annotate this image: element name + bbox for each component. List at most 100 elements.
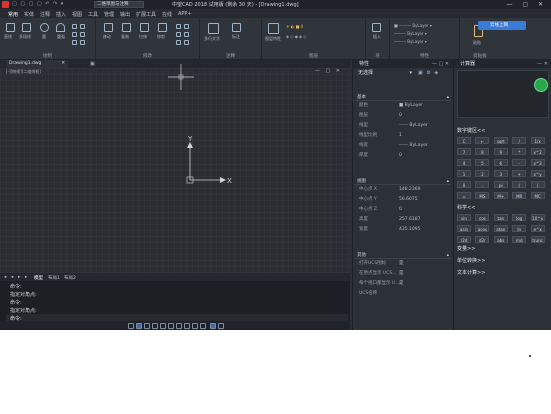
calculator-key[interactable]: 3: [493, 170, 508, 177]
property-row[interactable]: 宽度 435.1095: [359, 226, 451, 234]
calculator-key[interactable]: abs: [493, 236, 508, 243]
next-layout-icon[interactable]: ▸: [18, 275, 20, 280]
calculator-key[interactable]: sqrt: [493, 137, 508, 144]
tab-output[interactable]: 输出: [120, 11, 130, 18]
otrack-icon[interactable]: [168, 323, 174, 329]
calculator-key[interactable]: (: [512, 181, 527, 188]
multiline-text-icon[interactable]: [208, 23, 219, 34]
calculator-key[interactable]: 1/x: [530, 137, 545, 144]
calculator-key[interactable]: 2: [475, 170, 490, 177]
calculator-key[interactable]: C: [457, 137, 471, 144]
dimension-icon[interactable]: [232, 23, 241, 32]
network-status-icon[interactable]: [534, 78, 548, 92]
calculator-key[interactable]: r2d: [457, 236, 471, 243]
calculator-key[interactable]: -: [512, 159, 527, 166]
tab-tools[interactable]: 工具: [88, 11, 98, 18]
property-row[interactable]: 线型比例 1: [359, 132, 451, 140]
unit-conversion-section-header[interactable]: 单位转换>>: [457, 258, 549, 265]
quick-access-toolbar[interactable]: ▢ ▢ ▢ ▢ ↶ ↷ ▾: [12, 1, 64, 7]
property-row[interactable]: 每个视口都显示 U... 是: [359, 280, 451, 288]
close-tab-icon[interactable]: ✕: [61, 60, 65, 68]
calculator-key[interactable]: 5: [475, 159, 490, 166]
text-calc-section-header[interactable]: 文本计算>>: [457, 270, 549, 277]
selection-dropdown[interactable]: 无选择 ▾: [356, 70, 414, 77]
property-row[interactable]: 线宽 —— ByLayer: [359, 142, 451, 150]
tab-model[interactable]: 模型: [34, 275, 43, 281]
ellipse-icon[interactable]: [72, 32, 77, 37]
viewport-label[interactable]: [-][俯视][二维线框]: [6, 69, 41, 75]
tab-layout2[interactable]: 布局2: [64, 275, 76, 281]
layer-state-icons[interactable]: ☀ ◐ ■ 0: [286, 24, 303, 29]
tab-insert[interactable]: 插入: [56, 11, 66, 18]
stretch-icon[interactable]: [140, 23, 149, 32]
calculator-key[interactable]: 10^x: [530, 214, 545, 221]
arc-icon[interactable]: [56, 23, 65, 32]
calculator-key[interactable]: 1: [457, 170, 471, 177]
erase-icon[interactable]: [184, 40, 189, 45]
section-misc[interactable]: 其他 ▴: [355, 252, 451, 259]
last-layout-icon[interactable]: ▸: [25, 275, 27, 280]
cloud-online-button[interactable]: 云线上网: [478, 21, 526, 30]
document-tab-drawing1[interactable]: Drawing1.dwg ✕: [6, 60, 68, 68]
calculator-key[interactable]: 0: [457, 181, 471, 188]
calculator-key[interactable]: MC: [530, 192, 545, 199]
section-general[interactable]: 基本 ▴: [355, 94, 451, 101]
calculator-key[interactable]: asin: [457, 225, 471, 232]
transparency-icon[interactable]: [192, 323, 198, 329]
command-input[interactable]: 命令:: [6, 314, 348, 322]
tab-manage[interactable]: 管理: [104, 11, 114, 18]
tab-layout1[interactable]: 布局1: [48, 275, 60, 281]
tab-home[interactable]: 常用: [8, 11, 19, 20]
first-layout-icon[interactable]: ◂: [4, 275, 6, 280]
property-row[interactable]: 厚度 0: [359, 152, 451, 160]
calculator-key[interactable]: MS: [475, 192, 490, 199]
lineweight-icon[interactable]: [184, 323, 190, 329]
mirror-icon[interactable]: [184, 24, 189, 29]
property-row[interactable]: 中心点 Z 0: [359, 206, 451, 214]
calculator-key[interactable]: /: [512, 137, 527, 144]
tab-online[interactable]: 在线: [162, 11, 172, 18]
scale-icon[interactable]: [176, 32, 181, 37]
calculator-key[interactable]: 8: [475, 148, 490, 155]
calculator-key[interactable]: atan: [493, 225, 508, 232]
property-row[interactable]: 打开UCS图标 是: [359, 260, 451, 268]
window-controls[interactable]: — ▢ ✕: [506, 1, 547, 8]
quick-select-icons[interactable]: ▣ ⚙ ◈: [418, 70, 439, 76]
rectangle-icon[interactable]: [72, 24, 77, 29]
copy-icon[interactable]: [122, 23, 131, 32]
workspace-switch-icon[interactable]: [210, 323, 216, 329]
array-icon[interactable]: [176, 40, 181, 45]
calculator-key[interactable]: tan: [493, 214, 508, 221]
scientific-section-header[interactable]: 科学<<: [457, 205, 549, 212]
move-icon[interactable]: [104, 23, 113, 32]
calculator-key[interactable]: 6: [493, 159, 508, 166]
polyline-icon[interactable]: [22, 23, 31, 32]
rotate-icon[interactable]: [176, 24, 181, 29]
hatch-icon[interactable]: [80, 24, 85, 29]
calculator-key[interactable]: M+: [493, 192, 508, 199]
snap-icon[interactable]: [128, 323, 134, 329]
circle-icon[interactable]: [40, 23, 49, 32]
property-row[interactable]: 线型 —— ByLayer: [359, 122, 451, 130]
new-tab-icon[interactable]: ▣: [90, 61, 95, 67]
quick-properties-icon[interactable]: [200, 323, 206, 329]
calculator-key[interactable]: e^x: [530, 225, 545, 232]
point-icon[interactable]: [72, 40, 77, 45]
calculator-key[interactable]: ←: [475, 137, 490, 144]
calculator-key[interactable]: d2r: [475, 236, 490, 243]
section-view[interactable]: 视图 ▴: [355, 178, 451, 185]
linetype-bylayer-dropdown[interactable]: ——— ByLayer ▾: [394, 31, 427, 36]
calculator-key[interactable]: +: [512, 170, 527, 177]
layer-properties-icon[interactable]: [268, 23, 279, 34]
calculator-key[interactable]: log: [512, 214, 527, 221]
property-row[interactable]: 中心点 Y 56.6075: [359, 196, 451, 204]
calculator-key[interactable]: rnd: [512, 236, 527, 243]
property-row[interactable]: 高度 257.6187: [359, 216, 451, 224]
calculator-key[interactable]: .: [475, 181, 490, 188]
lineweight-bylayer-dropdown[interactable]: ——— ByLayer ▾: [394, 39, 427, 44]
calculator-key[interactable]: x^2: [530, 148, 545, 155]
trim-icon[interactable]: [158, 23, 167, 32]
calculator-key[interactable]: acos: [475, 225, 490, 232]
calculator-key[interactable]: x^3: [530, 159, 545, 166]
numpad-section-header[interactable]: 数字键区<<: [457, 128, 549, 135]
